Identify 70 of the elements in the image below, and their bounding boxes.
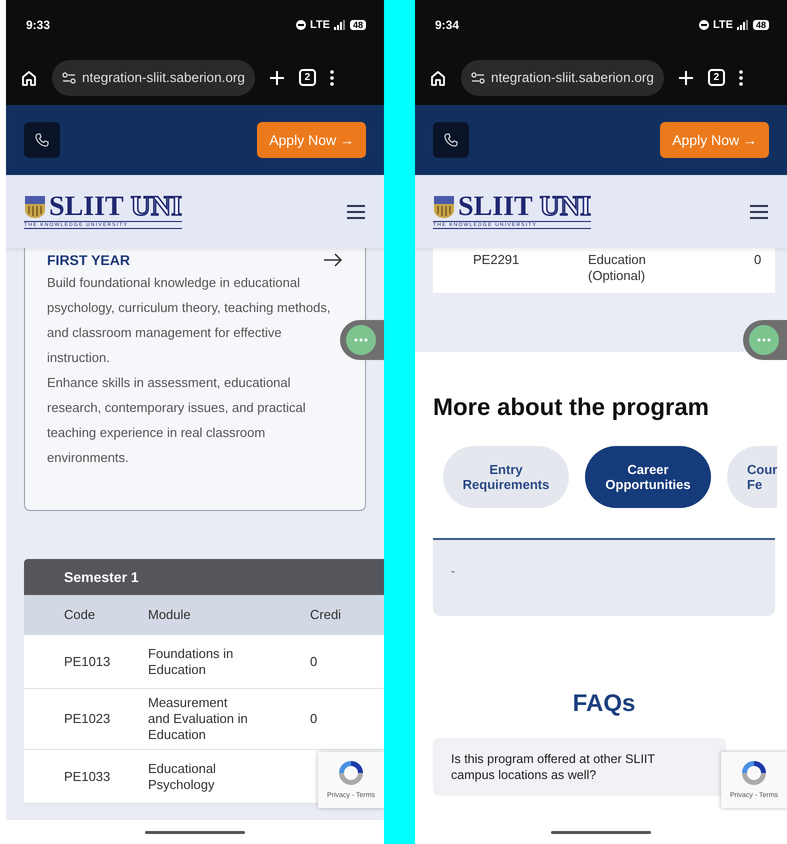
table-cell-text: PE1023 bbox=[63, 711, 112, 727]
site-settings-icon bbox=[471, 72, 485, 84]
new-tab-icon[interactable] bbox=[268, 70, 285, 86]
logo-wordmark: SLIIT bbox=[49, 194, 124, 220]
logo-suffix: UNI bbox=[540, 194, 592, 220]
home-icon[interactable] bbox=[429, 68, 447, 86]
recaptcha-logo-icon bbox=[739, 758, 769, 788]
table-cell-text: Education (Optional) bbox=[588, 252, 647, 284]
phone-icon bbox=[35, 133, 49, 147]
recaptcha-logo-icon bbox=[336, 758, 366, 788]
phone-button[interactable] bbox=[433, 122, 469, 158]
menu-icon[interactable] bbox=[738, 70, 743, 86]
semester-header: Semester 1 bbox=[24, 559, 384, 595]
home-indicator[interactable] bbox=[551, 830, 651, 834]
table-cell: 0 bbox=[754, 252, 762, 268]
more-dots-icon bbox=[749, 325, 779, 355]
logo-wordmark: SLIIT bbox=[458, 194, 533, 220]
table-cell-text: PE1013 bbox=[63, 654, 112, 670]
tab[interactable]: Cour Fe bbox=[727, 446, 777, 508]
address-bar[interactable]: ntegration-sliit.saberion.org bbox=[52, 60, 255, 96]
network-label: LTE bbox=[310, 19, 330, 31]
table-cell: 0 bbox=[310, 654, 318, 670]
more-dots-icon bbox=[346, 325, 376, 355]
tab-count-button[interactable]: 2 bbox=[708, 69, 725, 86]
do-not-disturb-icon bbox=[699, 20, 710, 30]
description-text: Build foundational knowledge in educational psychology, curriculum theory, teaching methods, and classroom management for effective instruction. bbox=[47, 274, 332, 367]
chat-widget-tab[interactable] bbox=[743, 320, 787, 360]
arrow-right-icon[interactable] bbox=[323, 253, 343, 267]
do-not-disturb-icon bbox=[296, 20, 306, 30]
url-text: ntegration-sliit.saberion.org bbox=[491, 70, 654, 85]
table-cell-text: Measurement and Evaluation in Education bbox=[148, 695, 249, 743]
clock-time: 9:33 bbox=[26, 18, 50, 32]
crest-icon bbox=[433, 195, 455, 219]
tab[interactable]: Career Opportunities bbox=[585, 446, 711, 508]
logo-suffix: UNI bbox=[130, 194, 182, 220]
card-title: FIRST YEAR bbox=[47, 252, 130, 268]
column-header: Credi bbox=[310, 607, 342, 623]
home-icon[interactable] bbox=[20, 68, 38, 86]
column-header: Code bbox=[63, 607, 96, 623]
home-indicator[interactable] bbox=[145, 830, 245, 834]
table-cell-text: PE2291 bbox=[472, 252, 520, 268]
column-header: Module bbox=[148, 607, 192, 623]
network-label: LTE bbox=[713, 19, 733, 31]
chat-widget-tab[interactable] bbox=[340, 320, 384, 360]
menu-icon[interactable] bbox=[330, 70, 334, 86]
phone-icon bbox=[444, 133, 458, 147]
clock-time: 9:34 bbox=[435, 18, 460, 32]
phone-button[interactable] bbox=[24, 122, 60, 158]
menu-icon[interactable] bbox=[749, 204, 769, 220]
description-text: Enhance skills in assessment, educational research, contemporary issues, and practical teaching experience in real classroom environments. bbox=[47, 374, 307, 467]
url-text: ntegration-sliit.saberion.org bbox=[82, 70, 245, 85]
section-heading: More about the program bbox=[433, 394, 710, 422]
menu-icon[interactable] bbox=[346, 204, 366, 220]
signal-icon bbox=[334, 20, 346, 30]
site-settings-icon bbox=[62, 72, 76, 84]
table-cell-text: Educational Psychology bbox=[148, 760, 217, 792]
new-tab-icon[interactable] bbox=[678, 70, 694, 86]
table-cell-text: Foundations in Education bbox=[148, 646, 234, 678]
faq-heading: FAQs bbox=[572, 690, 636, 718]
tab[interactable]: Entry Requirements bbox=[443, 446, 569, 508]
signal-icon bbox=[736, 20, 749, 30]
faq-question[interactable]: Is this program offered at other SLIIT campus locations as well? bbox=[433, 738, 726, 796]
tab-count-button[interactable]: 2 bbox=[298, 69, 316, 86]
panel-text: - bbox=[451, 564, 455, 578]
table-cell-text: PE1033 bbox=[63, 768, 112, 784]
table-cell: 0 bbox=[310, 711, 318, 727]
battery-level: 48 bbox=[350, 20, 366, 30]
crest-icon bbox=[24, 195, 46, 219]
battery-level: 48 bbox=[752, 20, 769, 30]
address-bar[interactable]: ntegration-sliit.saberion.org bbox=[461, 60, 664, 96]
